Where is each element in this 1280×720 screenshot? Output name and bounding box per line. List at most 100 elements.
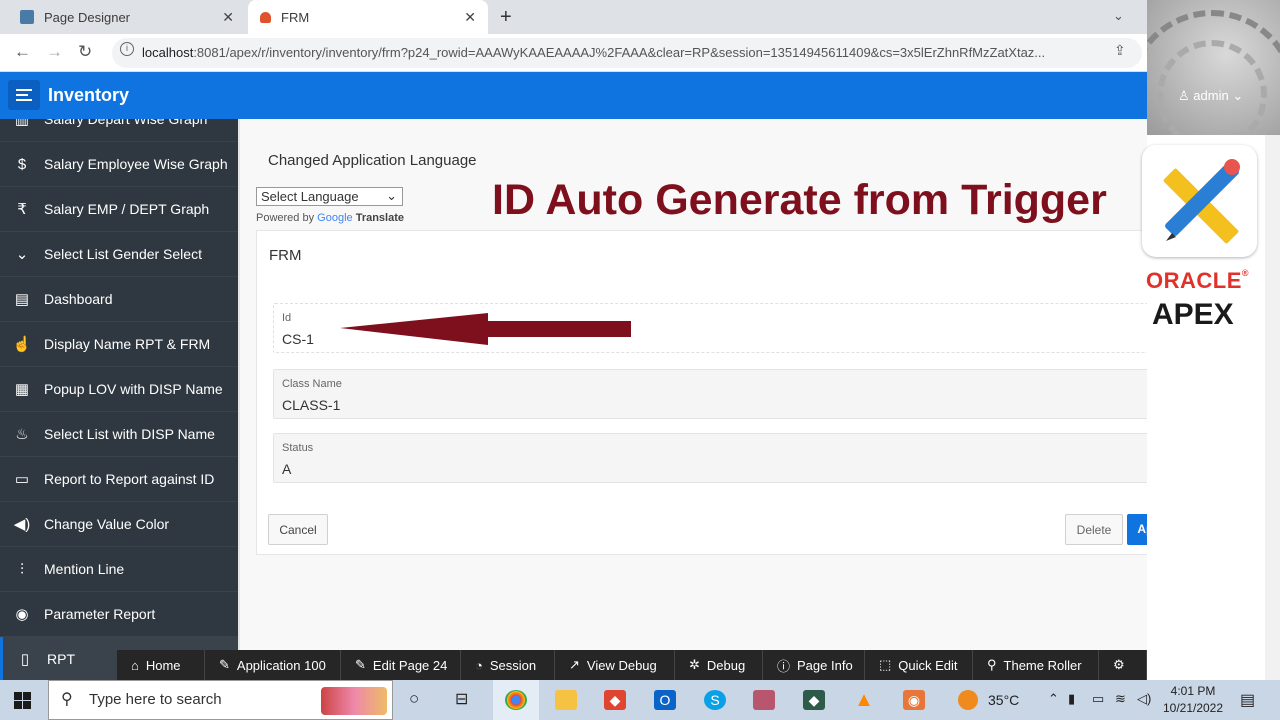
dev-toolbar-item[interactable]: ⚲ Theme Roller xyxy=(973,650,1099,680)
dev-toolbar-item[interactable]: ⬚ Quick Edit xyxy=(865,650,973,680)
cancel-button[interactable]: Cancel xyxy=(268,514,328,545)
sidebar-item[interactable]: ▭ Report to Report against ID xyxy=(0,457,238,502)
annotation-arrow-icon xyxy=(340,313,631,345)
url-field[interactable]: localhost:8081/apex/r/inventory/inventor… xyxy=(112,38,1142,68)
back-icon[interactable]: ← xyxy=(14,42,31,62)
sidebar-item[interactable]: ▤ Dashboard xyxy=(0,277,238,322)
dev-toolbar-label: Home xyxy=(145,657,181,673)
region-title: FRM xyxy=(269,247,302,264)
tab-page-designer[interactable]: Page Designer ✕ xyxy=(8,0,246,34)
field-value: CS-1 xyxy=(282,331,314,347)
sidebar-item-icon: ▭ xyxy=(14,471,30,488)
dev-toolbar-item[interactable]: ⓘ Page Info xyxy=(763,650,865,680)
page-scrollbar[interactable] xyxy=(1265,135,1280,680)
sidebar-item-icon: ▥ xyxy=(14,119,30,128)
wifi-icon[interactable]: ≋ xyxy=(1115,691,1126,707)
database-icon[interactable] xyxy=(753,690,775,710)
google-translate-credit: Powered by Google Translate xyxy=(256,212,404,224)
dev-toolbar-label: Debug xyxy=(706,657,746,673)
forward-icon[interactable]: → xyxy=(46,42,63,62)
dev-tool-icon[interactable]: ◆ xyxy=(803,690,825,710)
dev-toolbar-icon: ⚙ xyxy=(1113,657,1125,672)
sidebar-item[interactable]: ☝ Display Name RPT & FRM xyxy=(0,322,238,367)
oracle-logo: ORACLE® xyxy=(1146,268,1249,294)
dev-toolbar-icon: ⌂ xyxy=(131,657,139,673)
dev-toolbar-item[interactable]: ◔ Session xyxy=(461,650,555,680)
sidebar-item-icon: ₹ xyxy=(17,201,27,218)
sidebar-item-label: Parameter Report xyxy=(44,606,156,622)
sidebar-item[interactable]: ₹ Salary EMP / DEPT Graph xyxy=(0,187,238,232)
temperature[interactable]: 35°C xyxy=(988,692,1019,708)
field-label: Class Name xyxy=(282,378,342,390)
sidebar-item[interactable]: $ Salary Employee Wise Graph xyxy=(0,142,238,187)
tab-search-icon[interactable]: ⌄ xyxy=(1113,8,1124,24)
reload-icon[interactable]: ↻ xyxy=(78,42,92,62)
tab-frm[interactable]: FRM ✕ xyxy=(248,0,488,34)
dev-toolbar-icon: ✲ xyxy=(689,657,700,672)
clock-time: 4:01 PM xyxy=(1170,684,1216,698)
dev-toolbar-item[interactable]: ✎ Application 100 xyxy=(205,650,341,680)
site-info-icon[interactable]: i xyxy=(120,42,134,56)
field-label: Status xyxy=(282,442,314,454)
dev-toolbar-item[interactable]: ✲ Debug xyxy=(675,650,763,680)
dev-toolbar-item[interactable]: ✎ Edit Page 24 xyxy=(341,650,461,680)
weather-icon[interactable] xyxy=(958,690,978,710)
close-tab-icon[interactable]: ✕ xyxy=(222,9,234,26)
search-placeholder: Type here to search xyxy=(89,691,222,708)
battery-icon[interactable]: ▭ xyxy=(1092,691,1104,707)
sidebar-item-icon: ◀) xyxy=(13,516,31,533)
dev-toolbar-icon: ⓘ xyxy=(777,658,791,674)
close-tab-icon[interactable]: ✕ xyxy=(464,9,476,26)
taskbar-clock[interactable]: 4:01 PM 10/21/2022 xyxy=(1160,683,1226,717)
dev-toolbar-item[interactable]: ↗ View Debug xyxy=(555,650,675,680)
windows-start-icon[interactable] xyxy=(14,692,31,709)
dev-toolbar-item[interactable]: ⌂ Home xyxy=(117,650,205,680)
navigation-menu-button[interactable] xyxy=(8,80,40,110)
dev-toolbar-label: Theme Roller xyxy=(1003,657,1082,673)
task-view-icon[interactable]: ⊟ xyxy=(455,689,468,709)
tab-label: FRM xyxy=(281,9,310,25)
microphone-icon[interactable]: ▮ xyxy=(1068,691,1075,707)
status-field[interactable]: Status A xyxy=(273,433,1231,483)
sidebar-item[interactable]: ⌄ Select List Gender Select xyxy=(0,232,238,277)
apex-favicon-icon xyxy=(260,11,271,23)
class-name-field[interactable]: Class Name CLASS-1 xyxy=(273,369,1231,419)
skype-icon[interactable]: S xyxy=(704,690,726,710)
chevron-up-icon[interactable]: ⌃ xyxy=(1048,691,1059,707)
field-label: Id xyxy=(282,312,292,324)
share-icon[interactable]: ⇪ xyxy=(1114,42,1126,59)
new-tab-button[interactable]: + xyxy=(500,6,512,29)
video-title-banner: ID Auto Generate from Trigger xyxy=(492,176,1107,224)
sidebar-item[interactable]: ⫶ Mention Line xyxy=(0,547,238,592)
sidebar-item[interactable]: ◀) Change Value Color xyxy=(0,502,238,547)
sidebar-item[interactable]: ◉ Parameter Report xyxy=(0,592,238,637)
sidebar-item-label: Mention Line xyxy=(44,561,125,577)
volume-icon[interactable]: ◁) xyxy=(1137,691,1151,707)
file-explorer-icon[interactable] xyxy=(555,690,577,710)
dev-toolbar-label: Application 100 xyxy=(236,657,326,673)
registered-mark: ® xyxy=(1241,268,1250,278)
sidebar-item[interactable]: ♨ Select List with DISP Name xyxy=(0,412,238,457)
sidebar-item[interactable]: ▥ Salary Depart Wise Graph xyxy=(0,119,238,142)
navigation-sidebar: ▥ Salary Depart Wise Graph $ Salary Employe… xyxy=(0,119,238,680)
taskbar-search-input[interactable]: ⚲ Type here to search xyxy=(48,680,393,720)
sidebar-item-icon: ⫶ xyxy=(20,560,24,578)
cortana-icon[interactable]: ○ xyxy=(409,689,419,709)
notifications-icon[interactable]: ▤ xyxy=(1240,690,1255,710)
delete-button[interactable]: Delete xyxy=(1065,514,1123,545)
app-title[interactable]: Inventory xyxy=(48,85,129,106)
vlc-icon[interactable]: ▲ xyxy=(853,690,875,710)
dev-toolbar-item[interactable]: ⚙ xyxy=(1099,650,1147,680)
chrome-icon[interactable] xyxy=(505,690,527,710)
translate-link[interactable]: Translate xyxy=(356,212,404,224)
recorder-icon[interactable]: ◉ xyxy=(903,690,925,710)
apex-header: Inventory xyxy=(0,72,1147,119)
user-menu[interactable]: ♙ admin ⌄ xyxy=(1178,88,1243,104)
outlook-icon[interactable]: O xyxy=(654,690,676,710)
sidebar-item[interactable]: ▦ Popup LOV with DISP Name xyxy=(0,367,238,412)
git-icon[interactable]: ◆ xyxy=(604,690,626,710)
sidebar-item-label: Select List Gender Select xyxy=(44,246,202,262)
sidebar-item-icon: ☝ xyxy=(12,336,32,353)
developer-toolbar: ⌂ Home ✎ Application 100 ✎ Edit Page 24 ◔ Sessi… xyxy=(117,650,1147,680)
language-select[interactable]: Select Language ⌄ xyxy=(256,187,403,206)
